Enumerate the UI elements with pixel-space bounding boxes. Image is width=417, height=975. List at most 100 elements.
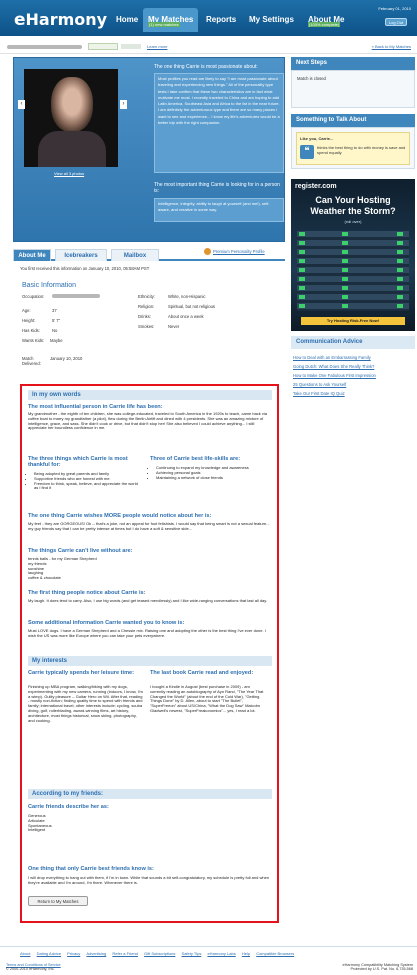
answer-notice-more: My feet - they are GORGEOUS! Ok -- that'… (28, 521, 270, 531)
advice-title: Communication Advice (291, 336, 415, 349)
nav-my-settings[interactable]: My Settings (244, 8, 299, 32)
redacted-match-name (7, 45, 82, 49)
talk-about-card: Like you, Carrie... ❝ thinks the best th… (296, 132, 410, 165)
question-best-friends-know: One thing that only Carrie best friends … (28, 866, 154, 872)
footer-link-refer-friend[interactable]: Refer a Friend (112, 951, 138, 956)
question-friends-describe: Carrie friends describe her as: (28, 804, 109, 810)
advice-link[interactable]: How to Make One Fabulous First Impressio… (293, 371, 413, 380)
section-my-interests: My interests (28, 656, 272, 666)
ad-led-right (397, 232, 403, 310)
profile-photo[interactable] (24, 69, 118, 167)
tab-icebreakers[interactable]: Icebreakers (55, 249, 107, 261)
info-smokes: Smokes: Never (138, 324, 180, 329)
new-matches-badge: (1) new matches (148, 22, 180, 27)
patent-text: Protected by U.S. Pat. No. 6,735,568 (350, 967, 413, 971)
section-according-to-friends: According to my friends: (28, 789, 272, 799)
footer-link-safety-tips[interactable]: Safety Tips (182, 951, 202, 956)
match-status-text: Match is closed (297, 76, 326, 81)
answer-additional-info: Must LOVE dogs. I have a German Shepherd… (28, 628, 266, 638)
footer-link-privacy[interactable]: Privacy (67, 951, 80, 956)
profile-details-panel: In my own words The most influential per… (20, 384, 279, 923)
talk-about-text: thinks the best thing to do with money i… (317, 145, 406, 155)
advice-link[interactable]: 25 Questions to Ask Yourself (293, 380, 413, 389)
nav-home[interactable]: Home (111, 8, 143, 32)
eharmony-logo[interactable]: eHarmony (14, 10, 107, 30)
face-image (51, 77, 93, 132)
info-received-date: You first received this information on J… (20, 266, 150, 271)
photo-next-arrow-icon[interactable]: › (120, 100, 127, 109)
section-own-words: In my own words (28, 390, 272, 400)
footer-links: About Dating Advice Privacy Advertising … (0, 947, 417, 960)
copyright-text: © 2000-2010 eHarmony, Inc. (6, 967, 55, 971)
list-item: coffee & chocolate (28, 575, 61, 581)
ad-rollover: (roll over) (344, 219, 362, 224)
match-subbar: Learn more « Back to My Matches (0, 40, 417, 54)
register-com-ad[interactable]: register.com Can Your Hosting Weather th… (291, 179, 415, 331)
ad-led-mid (342, 232, 348, 310)
tab-mailbox[interactable]: Mailbox (111, 249, 159, 261)
question-cant-live-without: The things Carrie can't live without are… (28, 548, 133, 554)
shoulders-image (38, 131, 106, 167)
verified-badge (88, 43, 118, 50)
learn-more-link[interactable]: Learn more (147, 44, 167, 49)
page-footer: About Dating Advice Privacy Advertising … (0, 946, 417, 971)
ad-headline-1: Can Your Hosting (315, 195, 391, 205)
info-drinks: Drinks: About once a week (138, 314, 204, 319)
next-steps-body: Match is closed (291, 70, 415, 108)
talk-about-title: Something to Talk About (291, 114, 415, 127)
profile-summary-box: ‹ › View all 3 photos The one thing Carr… (13, 57, 285, 242)
nav-my-matches[interactable]: My Matches (1) new matches (143, 8, 199, 32)
advice-link[interactable]: Take Our First Date IQ Quiz (293, 389, 413, 398)
list-item: Intelligent (28, 827, 46, 833)
footer-link-help[interactable]: Help (242, 951, 250, 956)
ad-headline-2: Weather the Storm? (310, 206, 396, 216)
footer-link-dating-advice[interactable]: Dating Advice (37, 951, 61, 956)
talk-about-body: Like you, Carrie... ❝ thinks the best th… (291, 127, 415, 169)
advice-link[interactable]: Going Dutch: What Does She Really Think? (293, 362, 413, 371)
tab-about-me[interactable]: About Me (13, 249, 51, 261)
nav-reports[interactable]: Reports (201, 8, 241, 32)
view-all-photos-link[interactable]: View all 3 photos (54, 171, 84, 176)
answer-leisure-time: Finishing up MBA program, walking/hiking… (28, 684, 143, 723)
ad-led-left (299, 232, 305, 310)
profile-tabs: About Me Icebreakers Mailbox Premium Per… (13, 247, 285, 261)
answer-friends-describe: Generous Articulate Spontaneous Intellig… (28, 813, 272, 833)
advice-link[interactable]: How to Deal with an Embarrassing Family (293, 353, 413, 362)
answer-life-skills-list: Continuing to expand my knowledge and aw… (150, 465, 270, 480)
looking-for-text: Intelligence, integrity, ability to laug… (154, 198, 284, 222)
top-header: eHarmony Home My Matches (1) new matches … (0, 0, 417, 36)
answer-influential-person: My grandmother - the eighth of ten child… (28, 411, 268, 431)
footer-link-eharmony-labs[interactable]: eHarmony Labs (207, 951, 235, 956)
redacted-occupation (52, 294, 100, 298)
question-additional-info: Some additional information Carrie wante… (28, 620, 185, 626)
nav-about-me[interactable]: About Me (100% complete) (303, 8, 349, 32)
current-date: February 01, 2010 (378, 6, 411, 11)
answer-last-book: I bought a Kindle in August (best purcha… (150, 684, 264, 713)
photo-prev-arrow-icon[interactable]: ‹ (18, 100, 25, 109)
passionate-text: Most profiles you read are likely to say… (154, 73, 284, 173)
next-steps-panel: Next Steps Match is closed (291, 57, 415, 108)
communication-advice-panel: Communication Advice How to Deal with an… (291, 336, 415, 402)
footer-link-about[interactable]: About (20, 951, 30, 956)
advice-links: How to Deal with an Embarrassing Family … (291, 349, 415, 402)
question-notice-more: The one thing Carrie wishes MORE people … (28, 513, 212, 519)
answer-thankful-list: Being adopted by great parents and famil… (28, 471, 143, 491)
basic-information-title: Basic Information (22, 282, 77, 289)
question-first-notice: The first thing people notice about Carr… (28, 590, 146, 596)
passionate-title: The one thing Carrie is most passionate … (154, 64, 258, 70)
footer-link-advertising[interactable]: Advertising (86, 951, 106, 956)
info-has-kids: Has Kids: No (22, 328, 58, 333)
footer-link-compatible-browsers[interactable]: Compatible Browsers (256, 951, 294, 956)
ad-cta-button[interactable]: Try Hosting Risk-Free Now! (301, 317, 405, 325)
info-wants-kids: Wants Kids: Maybe (22, 338, 63, 343)
logout-button[interactable]: Log Out (385, 18, 407, 26)
back-to-matches-link[interactable]: « Back to My Matches (372, 44, 411, 49)
question-influential-person: The most influential person in Carrie li… (28, 404, 163, 410)
info-ethnicity: Ethnicity: White, non-Hispanic (138, 294, 206, 299)
looking-for-title: The most important thing Carrie is looki… (154, 182, 280, 194)
footer-link-gift-subscriptions[interactable]: Gift Subscriptions (144, 951, 175, 956)
footer-legal-right: eHarmony Compatibility Matching System P… (343, 963, 413, 971)
ad-brand: register.com (295, 183, 337, 190)
return-to-matches-button[interactable]: Return to My Matches (28, 896, 88, 906)
premium-profile-link[interactable]: Premium Personality Profile (213, 249, 265, 254)
